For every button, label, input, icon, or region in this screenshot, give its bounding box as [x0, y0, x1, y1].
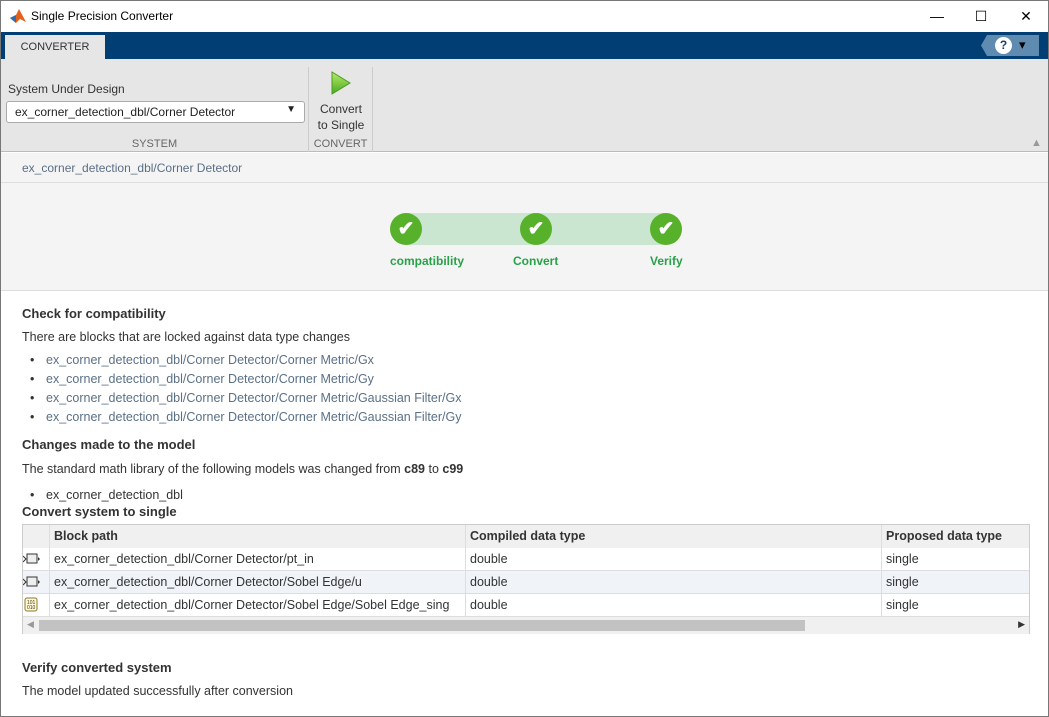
system-group-label: SYSTEM	[131, 138, 178, 150]
title-bar: Single Precision Converter — ☐ ✕	[1, 1, 1048, 32]
changes-heading: Changes made to the model	[22, 437, 196, 452]
compat-heading: Check for compatibility	[22, 306, 166, 321]
breadcrumb: ex_corner_detection_dbl/Corner Detector	[1, 153, 1048, 183]
inport-icon	[23, 571, 50, 594]
locked-blocks-list: ex_corner_detection_dbl/Corner Detector/…	[22, 353, 461, 429]
tab-converter[interactable]: CONVERTER	[5, 35, 105, 59]
breadcrumb-text[interactable]: ex_corner_detection_dbl/Corner Detector	[22, 161, 242, 175]
changes-text: The standard math library of the followi…	[22, 462, 464, 476]
table-row[interactable]: ex_corner_detection_dbl/Corner Detector/…	[23, 548, 1029, 571]
workflow-progress: ✔ ✔ ✔ compatibility Convert Verify	[1, 183, 1048, 291]
play-icon	[331, 71, 351, 95]
matlab-logo-icon	[10, 9, 26, 23]
scroll-left-icon[interactable]: ◀	[27, 619, 34, 630]
list-item[interactable]: ex_corner_detection_dbl/Corner Detector/…	[22, 410, 461, 429]
horizontal-scrollbar[interactable]: ◀ ▶	[23, 617, 1029, 634]
data-type-conversion-icon: 101 010	[23, 594, 50, 617]
close-button[interactable]: ✕	[1003, 5, 1049, 27]
chevron-down-icon: ▾	[1019, 37, 1026, 52]
convert-label-2: to Single	[317, 118, 365, 132]
verify-text: The model updated successfully after con…	[22, 684, 293, 698]
convert-group-label: CONVERT	[313, 138, 368, 150]
inport-icon	[23, 548, 50, 571]
conversion-table: Block path Compiled data type Proposed d…	[22, 524, 1030, 634]
help-icon: ?	[995, 37, 1012, 54]
convert-heading: Convert system to single	[22, 504, 177, 519]
table-header: Block path Compiled data type Proposed d…	[23, 525, 1029, 548]
divider	[372, 67, 373, 152]
table-row[interactable]: 101 010 ex_corner_detection_dbl/Corner De…	[23, 594, 1029, 617]
compat-text: There are blocks that are locked against…	[22, 330, 350, 344]
column-header[interactable]: Proposed data type	[882, 525, 1029, 548]
help-button[interactable]: ? ▾	[981, 35, 1039, 56]
scroll-right-icon[interactable]: ▶	[1018, 619, 1025, 630]
list-item[interactable]: ex_corner_detection_dbl/Corner Detector/…	[22, 372, 461, 391]
step-convert-label: Convert	[513, 254, 559, 268]
svg-text:010: 010	[27, 605, 36, 611]
system-dropdown[interactable]: ex_corner_detection_dbl/Corner Detector …	[6, 101, 305, 123]
table-row[interactable]: ex_corner_detection_dbl/Corner Detector/…	[23, 571, 1029, 594]
step-verify-check-icon[interactable]: ✔	[650, 213, 682, 245]
list-item[interactable]: ex_corner_detection_dbl/Corner Detector/…	[22, 353, 461, 372]
convert-label-1: Convert	[319, 102, 363, 116]
column-header[interactable]: Compiled data type	[466, 525, 882, 548]
ribbon-tab-bar: CONVERTER ? ▾	[1, 32, 1048, 59]
minimize-button[interactable]: —	[914, 5, 960, 27]
toolstrip: System Under Design ex_corner_detection_…	[1, 59, 1048, 152]
step-compatibility-check-icon[interactable]: ✔	[390, 213, 422, 245]
step-verify-label: Verify	[650, 254, 683, 268]
system-label: System Under Design	[8, 82, 125, 96]
system-dropdown-value: ex_corner_detection_dbl/Corner Detector	[15, 105, 236, 119]
step-convert-check-icon[interactable]: ✔	[520, 213, 552, 245]
chevron-down-icon: ▼	[286, 104, 296, 115]
maximize-button[interactable]: ☐	[958, 5, 1004, 27]
column-header[interactable]: Block path	[50, 525, 466, 548]
scrollbar-thumb[interactable]	[39, 620, 805, 631]
verify-heading: Verify converted system	[22, 660, 172, 675]
convert-to-single-button[interactable]: Convert to Single	[311, 69, 371, 135]
list-item[interactable]: ex_corner_detection_dbl/Corner Detector/…	[22, 391, 461, 410]
collapse-ribbon-icon[interactable]: ▲	[1031, 137, 1042, 149]
window-title: Single Precision Converter	[31, 9, 174, 23]
step-compatibility-label: compatibility	[390, 254, 465, 268]
